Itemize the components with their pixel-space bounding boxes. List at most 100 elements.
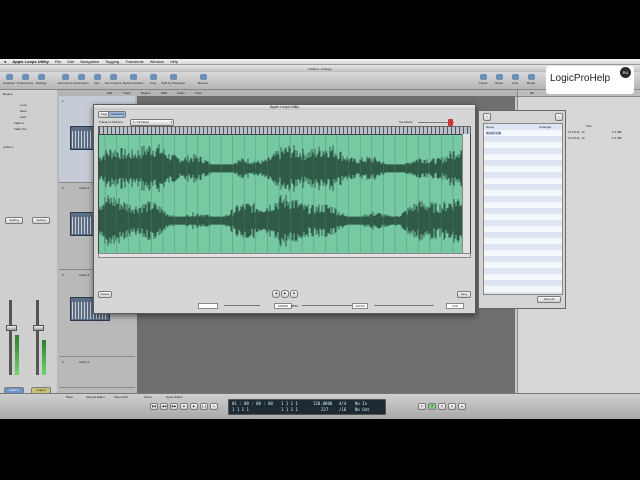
metronome-icon[interactable]: ▲: [458, 403, 466, 410]
pitch-slider[interactable]: [374, 305, 434, 306]
logo-badge: RU: [620, 67, 631, 78]
save-button[interactable]: Save: [457, 291, 471, 298]
rewind-icon[interactable]: ◀: [272, 290, 280, 298]
cycle-icon[interactable]: ↻: [418, 403, 426, 410]
auto-zoom-button[interactable]: Auto Zoom: [58, 74, 72, 85]
menu-tagging[interactable]: Tagging: [105, 59, 119, 64]
fader-knob-left[interactable]: [6, 325, 17, 331]
list-item[interactable]: Remix 1.aif: [486, 131, 502, 135]
transient-division-select[interactable]: 1 / 16 Notes ▾: [130, 119, 174, 126]
lists-button[interactable]: Lists: [508, 74, 522, 85]
add-icon[interactable]: +: [483, 113, 491, 121]
tab-hyper-editor[interactable]: Hyper Editor: [166, 395, 183, 399]
arrange-menu-region[interactable]: Region: [141, 91, 151, 95]
settings-icon: [37, 74, 45, 80]
inspector-button[interactable]: Inspector: [2, 74, 16, 85]
settings-button[interactable]: Settings: [34, 74, 48, 85]
column-size[interactable]: Size: [586, 124, 592, 128]
arrange-menu-midi[interactable]: MIDI: [161, 91, 167, 95]
horizontal-scrollbar[interactable]: [98, 253, 471, 258]
track-name: Audio 3: [79, 273, 90, 277]
arrange-menu-audio[interactable]: Audio: [177, 91, 185, 95]
menu-app-name[interactable]: Apple Loops Utility: [12, 59, 48, 64]
zoom-field[interactable]: [198, 303, 218, 309]
crop-button[interactable]: Crop: [146, 74, 160, 85]
split-by-playhead-button[interactable]: Split by Playhead: [161, 74, 185, 85]
lcd-tempo[interactable]: 120.0000: [313, 401, 332, 406]
menu-window[interactable]: Window: [150, 59, 164, 64]
volume-fader-right[interactable]: [36, 300, 39, 375]
file-list[interactable]: Name Changed Remix 1.aif: [483, 123, 563, 295]
row-date: 12.08.11, 13:: [568, 130, 586, 134]
lcd-bars-end[interactable]: 1 1 1 1: [281, 407, 298, 412]
pause-icon[interactable]: ❙❙: [200, 403, 208, 410]
automation-button[interactable]: Automation: [73, 74, 89, 85]
rewind-icon[interactable]: ◀◀: [160, 403, 168, 410]
notes-button[interactable]: Notes: [492, 74, 506, 85]
bounce-button[interactable]: Bounce: [196, 74, 210, 85]
stop-icon[interactable]: ■: [180, 403, 188, 410]
automation-icon: [77, 74, 85, 80]
lcd-in: No In: [355, 401, 368, 406]
arrange-menu-edit[interactable]: Edit: [107, 91, 112, 95]
pitch-field[interactable]: 0.00: [446, 303, 464, 309]
zoom-slider[interactable]: [224, 305, 260, 306]
inspector-panel: Region Loop Mute Gain Fade In Fade Out A…: [0, 90, 58, 394]
repeat-section-button[interactable]: Repeat Section: [123, 74, 143, 85]
zoom-value-field[interactable]: 100000: [274, 303, 292, 309]
lcd-signature[interactable]: 4/4: [339, 401, 346, 406]
arrange-menu-view[interactable]: View: [195, 91, 201, 95]
tab-bin[interactable]: Bin: [530, 91, 534, 95]
remove-icon[interactable]: −: [555, 113, 563, 121]
tab-piano-roll[interactable]: Piano Roll: [114, 395, 128, 399]
lists-icon: [511, 74, 519, 80]
replace-icon[interactable]: ↺: [428, 403, 436, 410]
punch-icon[interactable]: ⇅: [438, 403, 446, 410]
vertical-scrollbar[interactable]: [462, 134, 470, 253]
assets-button[interactable]: Assets: [98, 291, 112, 298]
waveform-display[interactable]: [98, 134, 471, 255]
tab-sample-editor[interactable]: Sample Editor: [86, 395, 105, 399]
tab-score[interactable]: Score: [144, 395, 152, 399]
colors-button[interactable]: Colors: [476, 74, 490, 85]
tab-mixer[interactable]: Mixer: [66, 395, 73, 399]
setting-right-button[interactable]: Setting: [32, 217, 50, 224]
lcd-bars-position[interactable]: 1 1 1 1: [281, 401, 298, 406]
menu-file[interactable]: File: [55, 59, 61, 64]
track-header[interactable]: Audio 1: [3, 145, 13, 149]
setting-left-button[interactable]: Setting: [5, 217, 23, 224]
play-icon[interactable]: ▶: [190, 403, 198, 410]
media-button[interactable]: Media: [524, 74, 538, 85]
column-changed[interactable]: Changed: [539, 125, 551, 129]
sensitivity-slider-handle[interactable]: [448, 119, 453, 126]
lcd-bars[interactable]: 1 1 1 1: [232, 407, 249, 412]
region-header[interactable]: Region: [3, 92, 13, 96]
go-to-start-icon[interactable]: ▮◀: [150, 403, 158, 410]
play-icon[interactable]: ▶: [281, 290, 289, 298]
flex-button[interactable]: Flex: [90, 74, 104, 85]
track-row[interactable]: 4 Audio 4: [59, 357, 135, 388]
tempo-field[interactable]: 120.00: [352, 303, 368, 309]
tempo-slider[interactable]: [302, 305, 352, 306]
forward-icon[interactable]: ▶▶: [170, 403, 178, 410]
waveform-svg: [99, 135, 470, 254]
menu-transients[interactable]: Transients: [125, 59, 144, 64]
lcd-division[interactable]: /16: [339, 407, 346, 412]
stop-icon[interactable]: ■: [290, 290, 298, 298]
tab-transients[interactable]: Transients: [108, 111, 126, 118]
save-all-button[interactable]: Save All: [537, 296, 561, 303]
menu-navigation[interactable]: Navigation: [80, 59, 99, 64]
set-locators-button[interactable]: Set Locators: [105, 74, 121, 85]
column-name[interactable]: Name: [486, 125, 494, 129]
preferences-button[interactable]: Preferences: [17, 74, 33, 85]
apple-icon[interactable]: ●: [4, 59, 6, 64]
waveform-graphic: [99, 143, 470, 247]
fader-knob-right[interactable]: [33, 325, 44, 331]
arrange-menu-track[interactable]: Track: [123, 91, 130, 95]
volume-fader-left[interactable]: [9, 300, 12, 375]
record-icon[interactable]: ●: [210, 403, 218, 410]
menu-edit[interactable]: Edit: [67, 59, 74, 64]
menu-help[interactable]: Help: [170, 59, 178, 64]
solo-icon[interactable]: S: [448, 403, 456, 410]
lcd-smpte[interactable]: 01 : 00 : 00 : 00: [232, 401, 273, 406]
